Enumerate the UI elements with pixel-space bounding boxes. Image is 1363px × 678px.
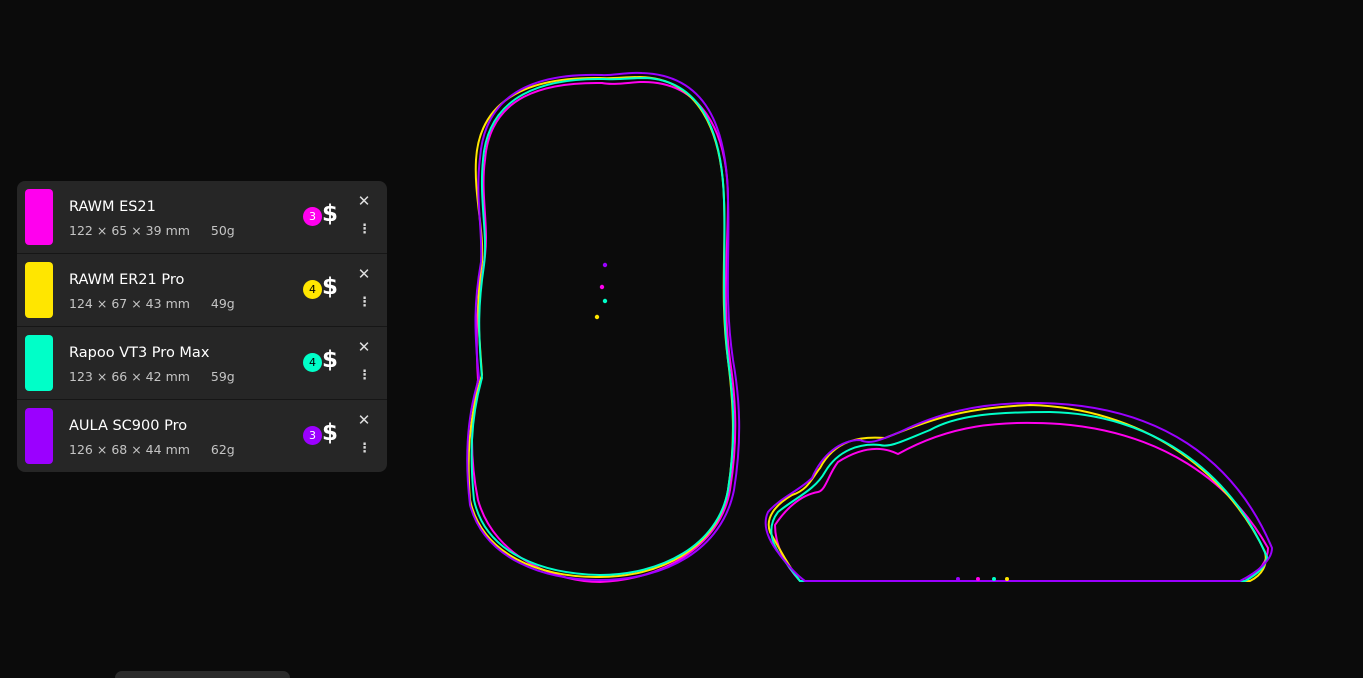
height-value: 43 <box>145 296 162 311</box>
weight-value: 59g <box>210 369 235 384</box>
unit-label: mm <box>165 223 190 238</box>
height-value: 44 <box>145 442 162 457</box>
side-view-outline-aula-sc900-pro <box>764 401 1273 582</box>
dimension-separator: × <box>96 223 108 238</box>
close-icon[interactable]: ✕ <box>356 193 372 209</box>
mouse-specs: 122 × 65 × 39 mm 50g <box>69 223 235 238</box>
dimension-separator: × <box>131 296 142 311</box>
width-value: 67 <box>111 296 128 311</box>
mouse-specs: 126 × 68 × 44 mm 62g <box>69 442 235 457</box>
side-view-outline-rawm-er21-pro <box>767 404 1267 582</box>
price-tier-badge: 4 <box>303 353 322 372</box>
dimension-separator: × <box>131 442 142 457</box>
dimension-separator: × <box>96 296 108 311</box>
close-icon[interactable]: ✕ <box>356 412 372 428</box>
dimension-separator: × <box>96 369 108 384</box>
close-icon[interactable]: ✕ <box>356 266 372 282</box>
more-vertical-icon[interactable]: ⋮ <box>358 221 371 239</box>
height-value: 42 <box>145 369 162 384</box>
close-icon[interactable]: ✕ <box>356 339 372 355</box>
length-value: 122 <box>69 223 93 238</box>
unit-label: mm <box>165 296 190 311</box>
mouse-row-rawm-es21[interactable]: RAWM ES21 122 × 65 × 39 mm 50g 3 $ ✕ ⋮ <box>17 181 387 254</box>
color-swatch[interactable] <box>25 335 53 391</box>
mouse-specs: 124 × 67 × 43 mm 49g <box>69 296 235 311</box>
unit-label: mm <box>165 369 190 384</box>
width-value: 68 <box>111 442 128 457</box>
base-dot-aula-sc900-pro <box>956 577 960 581</box>
color-swatch[interactable] <box>25 189 53 245</box>
weight-value: 49g <box>210 296 235 311</box>
width-value: 66 <box>111 369 128 384</box>
more-vertical-icon[interactable]: ⋮ <box>358 294 371 312</box>
price-tier-badge: 4 <box>303 280 322 299</box>
dimension-separator: × <box>131 369 142 384</box>
length-value: 123 <box>69 369 93 384</box>
dimension-separator: × <box>96 442 108 457</box>
mouse-name: Rapoo VT3 Pro Max <box>69 345 210 361</box>
mouse-name: AULA SC900 Pro <box>69 418 188 434</box>
base-dot-rawm-es21 <box>976 577 980 581</box>
height-value: 39 <box>145 223 162 238</box>
weight-value: 50g <box>210 223 235 238</box>
base-dot-rawm-er21-pro <box>1005 577 1009 581</box>
weight-value: 62g <box>210 442 235 457</box>
side-view-outline-rawm-es21 <box>774 421 1269 582</box>
dimension-separator: × <box>131 223 142 238</box>
mouse-name: RAWM ES21 <box>69 199 156 215</box>
mouse-row-rapoo-vt3-pro-max[interactable]: Rapoo VT3 Pro Max 123 × 66 × 42 mm 59g 4… <box>17 327 387 400</box>
dollar-icon: $ <box>322 420 339 446</box>
color-swatch[interactable] <box>25 262 53 318</box>
more-vertical-icon[interactable]: ⋮ <box>358 367 371 385</box>
dollar-icon: $ <box>322 274 339 300</box>
side-view-outline-rapoo-vt3-pro-max <box>770 411 1268 582</box>
color-swatch[interactable] <box>25 408 53 464</box>
price-tier-badge: 3 <box>303 426 322 445</box>
comparison-canvas: RAWM ES21 122 × 65 × 39 mm 50g 3 $ ✕ ⋮ R… <box>0 0 1363 678</box>
mouse-row-rawm-er21-pro[interactable]: RAWM ER21 Pro 124 × 67 × 43 mm 49g 4 $ ✕… <box>17 254 387 327</box>
length-value: 126 <box>69 442 93 457</box>
dollar-icon: $ <box>322 347 339 373</box>
mouse-specs: 123 × 66 × 42 mm 59g <box>69 369 235 384</box>
mouse-list-panel: RAWM ES21 122 × 65 × 39 mm 50g 3 $ ✕ ⋮ R… <box>17 181 387 472</box>
bottom-drawer-handle[interactable] <box>115 671 290 678</box>
width-value: 65 <box>111 223 128 238</box>
more-vertical-icon[interactable]: ⋮ <box>358 440 371 458</box>
length-value: 124 <box>69 296 93 311</box>
mouse-row-aula-sc900-pro[interactable]: AULA SC900 Pro 126 × 68 × 44 mm 62g 3 $ … <box>17 400 387 472</box>
base-dot-rapoo-vt3-pro-max <box>992 577 996 581</box>
unit-label: mm <box>165 442 190 457</box>
dollar-icon: $ <box>322 201 339 227</box>
price-tier-badge: 3 <box>303 207 322 226</box>
mouse-name: RAWM ER21 Pro <box>69 272 185 288</box>
